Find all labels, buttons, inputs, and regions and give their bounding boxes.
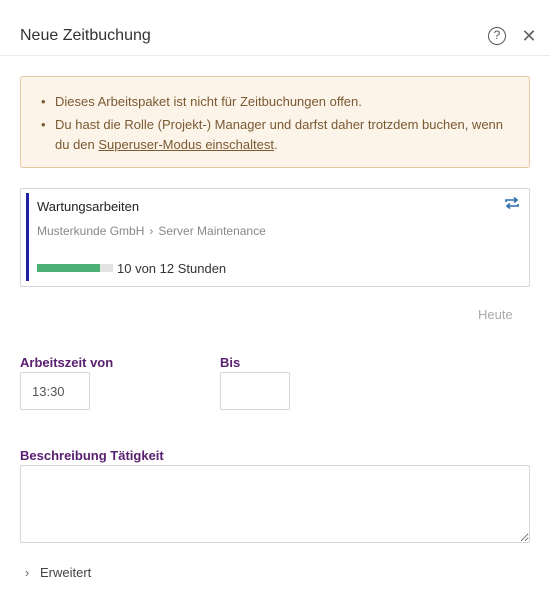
customer-name: Musterkunde GmbH — [37, 224, 145, 238]
warning-list: Dieses Arbeitspaket ist nicht für Zeitbu… — [41, 92, 511, 158]
hours-progress-fill — [37, 264, 101, 272]
task-card: Wartungsarbeiten Musterkunde GmbH › Server… — [20, 188, 530, 287]
task-accent-bar — [26, 193, 29, 281]
description-textarea[interactable] — [20, 465, 530, 543]
description-label: Beschreibung Tätigkeit — [20, 448, 164, 463]
dialog-title: Neue Zeitbuchung — [20, 27, 151, 44]
warning-box: Dieses Arbeitspaket ist nicht für Zeitbu… — [20, 76, 530, 168]
today-link[interactable]: Heute — [478, 307, 513, 322]
hours-progress-bar — [37, 264, 113, 272]
warning-text: Dieses Arbeitspaket ist nicht für Zeitbu… — [55, 94, 362, 109]
hours-progress-text: 10 von 12 Stunden — [117, 261, 227, 276]
advanced-label: Erweitert — [40, 565, 92, 580]
swap-icon[interactable] — [504, 195, 520, 211]
task-name: Wartungsarbeiten — [37, 199, 140, 214]
task-breadcrumb: Musterkunde GmbH › Server Maintenance — [37, 224, 266, 238]
superuser-mode-link[interactable]: Superuser-Modus einschaltest — [98, 137, 274, 152]
advanced-toggle[interactable]: › Erweitert — [20, 565, 91, 580]
end-time-input[interactable] — [220, 372, 290, 410]
warning-item-closed: Dieses Arbeitspaket ist nicht für Zeitbu… — [41, 92, 511, 112]
project-name: Server Maintenance — [158, 224, 266, 238]
dialog-header: Neue Zeitbuchung ? ✕ — [0, 0, 550, 56]
question-circle-icon[interactable]: ? — [488, 27, 506, 45]
chevron-right-icon: › — [24, 565, 30, 580]
start-time-label: Arbeitszeit von — [20, 355, 114, 370]
close-icon[interactable]: ✕ — [521, 26, 537, 46]
warning-text-end: . — [273, 137, 278, 152]
end-time-label: Bis — [220, 355, 241, 370]
warning-item-superuser: Du hast die Rolle (Projekt-) Manager und… — [41, 115, 511, 155]
start-time-input[interactable] — [20, 372, 90, 410]
breadcrumb-separator-icon: › — [149, 224, 154, 238]
